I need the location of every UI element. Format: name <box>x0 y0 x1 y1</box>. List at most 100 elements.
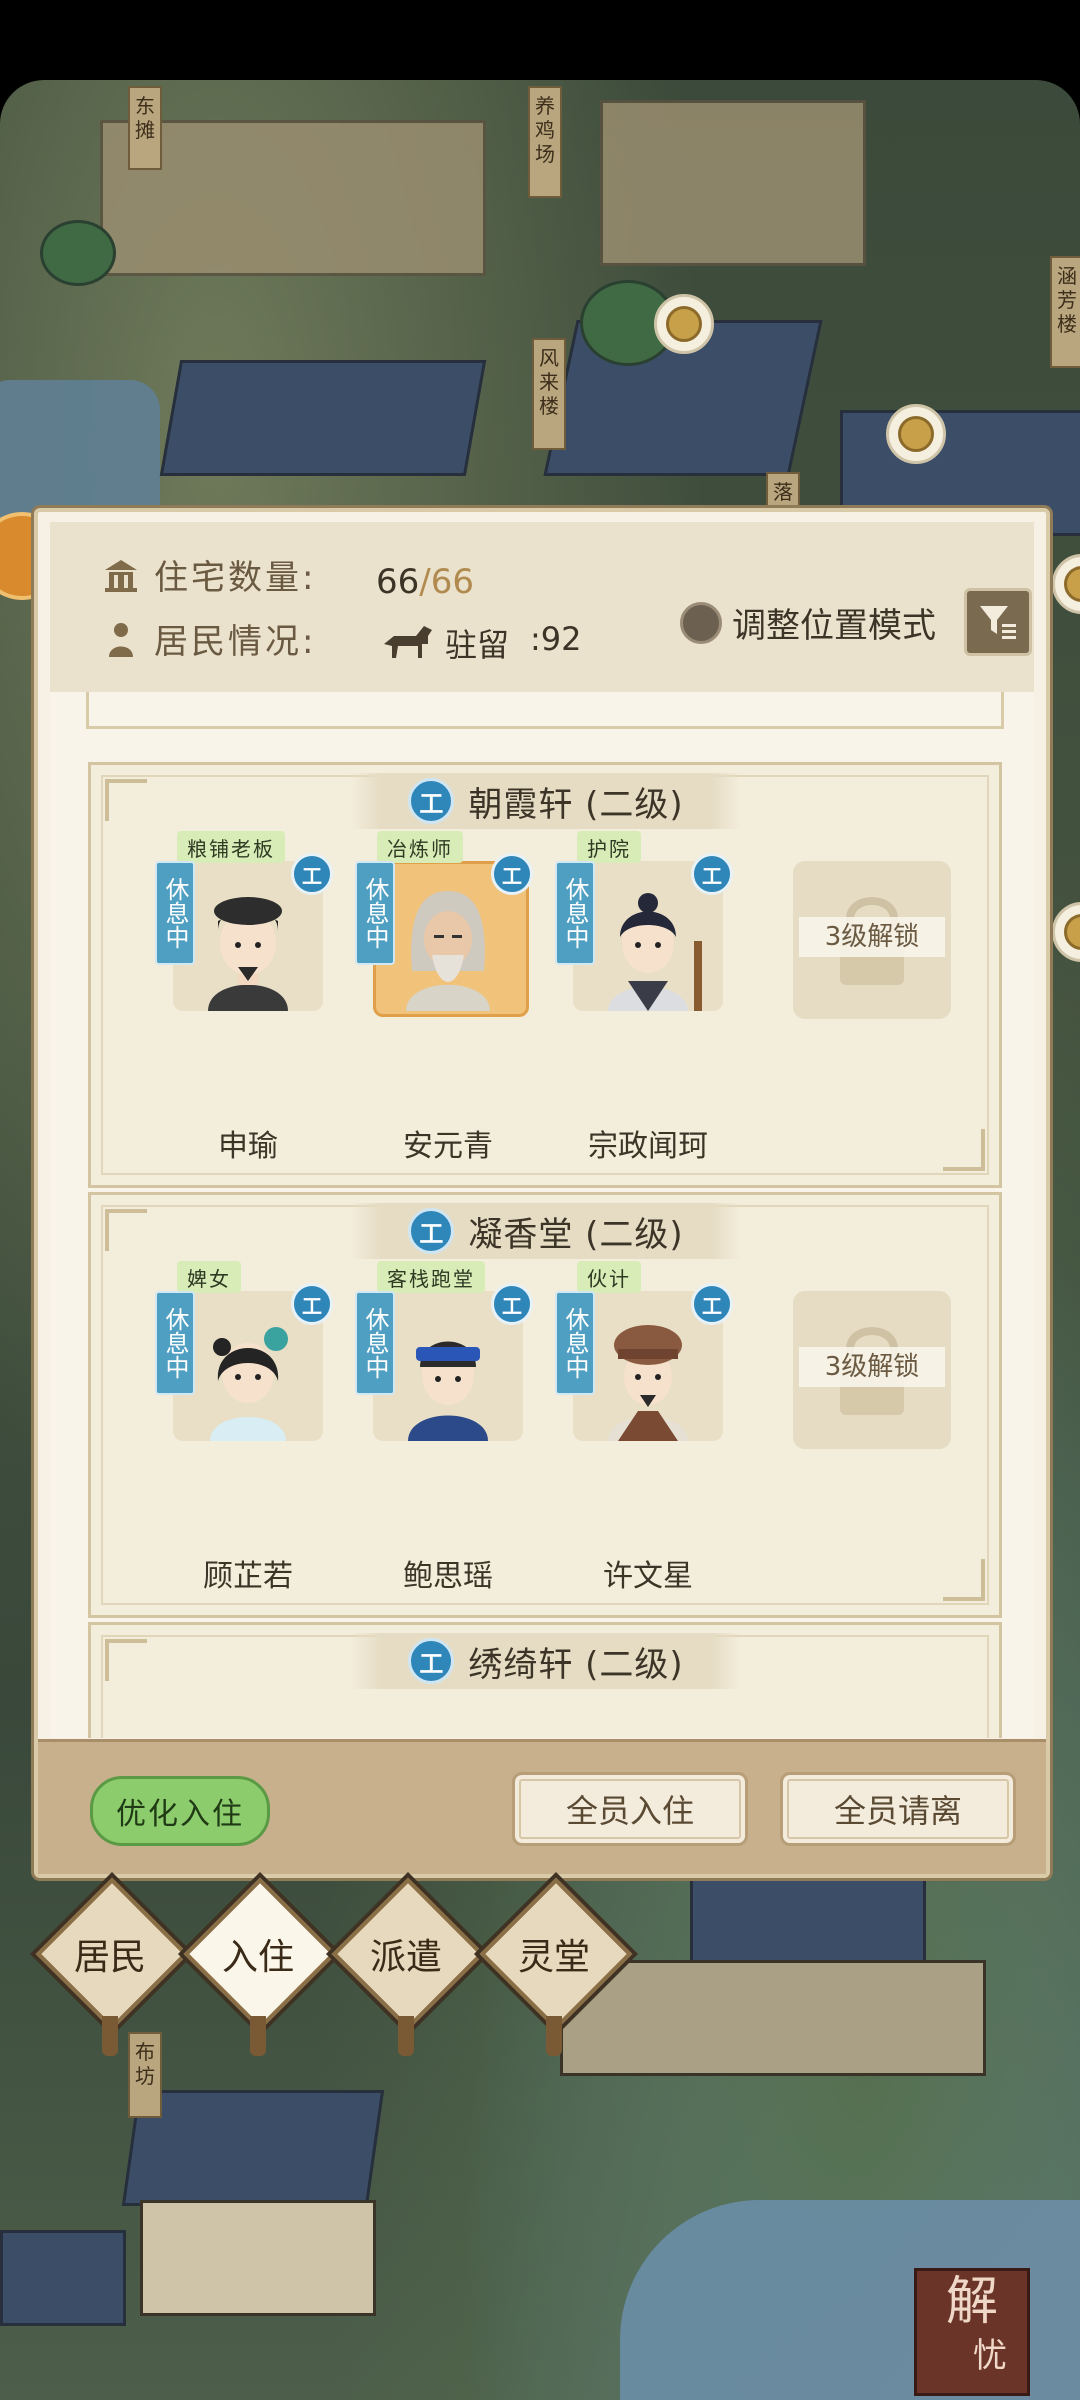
corner-ornament <box>105 1209 147 1251</box>
panel-footer: 优化入住 全员入住 全员请离 <box>38 1739 1046 1874</box>
house-title: 绣绮轩 (二级) <box>468 1644 684 1685</box>
tassel <box>398 2016 414 2056</box>
job-tag: 护院 <box>577 831 641 863</box>
corner-ornament <box>105 779 147 821</box>
resident-status-label: 居民情况: <box>154 622 317 662</box>
tassel <box>250 2016 266 2056</box>
rest-status: 休息中 <box>155 1291 195 1395</box>
resident-portrait <box>406 891 490 1011</box>
nav-label: 居民 <box>73 1937 146 1978</box>
housing-count: 66/66 <box>376 562 474 602</box>
resident-portrait <box>208 897 288 1011</box>
resident-name: 宗政闻珂 <box>588 1129 708 1164</box>
map-roof <box>159 360 487 476</box>
house-title-bar: 工 朝霞轩 (二级) <box>351 773 741 829</box>
house-card: 工 朝霞轩 (二级) 粮铺老板 休息中 工 申瑜 冶炼师 休息中 工 安元青 护… <box>88 762 1002 1188</box>
rest-status: 休息中 <box>155 861 195 965</box>
resident-name: 顾芷若 <box>203 1559 293 1594</box>
resident-portrait <box>408 1341 488 1441</box>
map-roof <box>0 2230 126 2326</box>
tassel <box>102 2016 118 2056</box>
all-check-in-button[interactable]: 全员入住 <box>512 1772 748 1846</box>
house-card: 工 绣绮轩 (二级) <box>88 1622 1002 1738</box>
adjust-position-label: 调整位置模式 <box>732 606 936 646</box>
stay-label: 驻留 <box>445 626 510 664</box>
coin-icon[interactable] <box>1052 554 1080 614</box>
jieyou-seal[interactable]: 解 忧 <box>914 2268 1030 2396</box>
previous-card-edge <box>86 692 1004 729</box>
resident-slot[interactable]: 伙计 休息中 工 许文星 <box>555 1261 733 1594</box>
map-wall <box>140 2200 376 2316</box>
resident-portrait <box>608 1325 688 1441</box>
seal-top-char: 解 <box>945 2272 998 2332</box>
locked-slot[interactable]: 3级解锁 <box>793 1291 951 1449</box>
all-check-out-button[interactable]: 全员请离 <box>780 1772 1016 1846</box>
job-tag: 伙计 <box>577 1261 641 1293</box>
house-title-bar: 工 绣绮轩 (二级) <box>351 1633 741 1689</box>
work-badge: 工 <box>408 778 455 824</box>
resident-slot[interactable]: 护院 休息中 工 宗政闻珂 <box>555 831 733 1164</box>
resident-slot[interactable]: 冶炼师 休息中 工 安元青 <box>355 831 533 1164</box>
nav-dispatch[interactable]: 派遣 <box>331 1877 485 2056</box>
nav-label: 派遣 <box>369 1937 442 1978</box>
map-tree <box>40 220 116 286</box>
optimize-checkin-button[interactable]: 优化入住 <box>90 1776 270 1846</box>
rest-status: 休息中 <box>355 861 395 965</box>
coin-icon[interactable] <box>1052 902 1080 962</box>
house-card: 工 凝香堂 (二级) 婢女 休息中 工 顾芷若 客栈跑堂 休息中 工 鲍思瑶 伙… <box>88 1192 1002 1618</box>
rest-status: 休息中 <box>555 1291 595 1395</box>
coin-icon[interactable] <box>654 294 714 354</box>
resident-name: 申瑜 <box>218 1129 278 1164</box>
corner-ornament <box>943 1129 985 1171</box>
nav-check-in[interactable]: 入住 <box>183 1877 337 2056</box>
job-tag: 粮铺老板 <box>177 831 285 863</box>
housing-panel: 住宅数量: 66/66 居民情况: 驻留 :92 调整位置模式 工 朝霞轩 (二… <box>34 508 1050 1878</box>
toggle-radio-icon[interactable] <box>680 601 722 644</box>
resident-slot[interactable]: 客栈跑堂 休息中 工 鲍思瑶 <box>355 1261 533 1594</box>
house-icon <box>102 556 140 594</box>
unlock-hint: 3级解锁 <box>799 1347 945 1387</box>
stay-value: :92 <box>530 620 582 658</box>
resident-portrait <box>608 893 702 1011</box>
locked-slot[interactable]: 3级解锁 <box>793 861 951 1019</box>
housing-current: 66 <box>376 562 420 602</box>
map-sign[interactable]: 涵芳楼 <box>1050 256 1080 368</box>
resident-name: 许文星 <box>603 1559 693 1594</box>
corner-ornament <box>105 1639 147 1681</box>
resident-icon <box>102 620 140 658</box>
map-sign[interactable]: 风来楼 <box>532 338 566 450</box>
coin-icon[interactable] <box>886 404 946 464</box>
resident-slot[interactable]: 婢女 休息中 工 顾芷若 <box>155 1261 333 1594</box>
work-badge: 工 <box>408 1638 455 1684</box>
nav-label: 灵堂 <box>517 1937 590 1978</box>
rest-status: 休息中 <box>555 861 595 965</box>
map-sign[interactable]: 布坊 <box>128 2032 162 2118</box>
adjust-position-toggle[interactable]: 调整位置模式 <box>680 598 936 647</box>
tassel <box>546 2016 562 2056</box>
resident-slot[interactable]: 粮铺老板 休息中 工 申瑜 <box>155 831 333 1164</box>
job-tag: 客栈跑堂 <box>377 1261 485 1293</box>
job-tag: 婢女 <box>177 1261 241 1293</box>
map-sign[interactable]: 养鸡场 <box>528 86 562 198</box>
resident-name: 安元青 <box>403 1129 493 1164</box>
resident-portrait <box>210 1327 288 1441</box>
nav-label: 入住 <box>221 1937 294 1978</box>
map-sign[interactable]: 东摊 <box>128 86 162 170</box>
house-list[interactable]: 工 朝霞轩 (二级) 粮铺老板 休息中 工 申瑜 冶炼师 休息中 工 安元青 护… <box>50 692 1034 1738</box>
housing-count-label: 住宅数量: <box>154 558 317 598</box>
unlock-hint: 3级解锁 <box>799 917 945 957</box>
nav-residents[interactable]: 居民 <box>35 1877 189 2056</box>
rest-status: 休息中 <box>355 1291 395 1395</box>
housing-max: /66 <box>419 562 474 602</box>
corner-ornament <box>943 1559 985 1601</box>
horse-icon <box>384 626 432 658</box>
resident-name: 鲍思瑶 <box>403 1559 493 1594</box>
filter-icon <box>980 606 1016 639</box>
nav-memorial-hall[interactable]: 灵堂 <box>479 1877 633 2056</box>
seal-bottom-char: 忧 <box>973 2336 1007 2376</box>
house-title-bar: 工 凝香堂 (二级) <box>351 1203 741 1259</box>
filter-button[interactable] <box>964 588 1032 656</box>
map-yard <box>600 100 866 266</box>
work-badge: 工 <box>408 1208 455 1254</box>
house-title: 凝香堂 (二级) <box>468 1214 684 1255</box>
